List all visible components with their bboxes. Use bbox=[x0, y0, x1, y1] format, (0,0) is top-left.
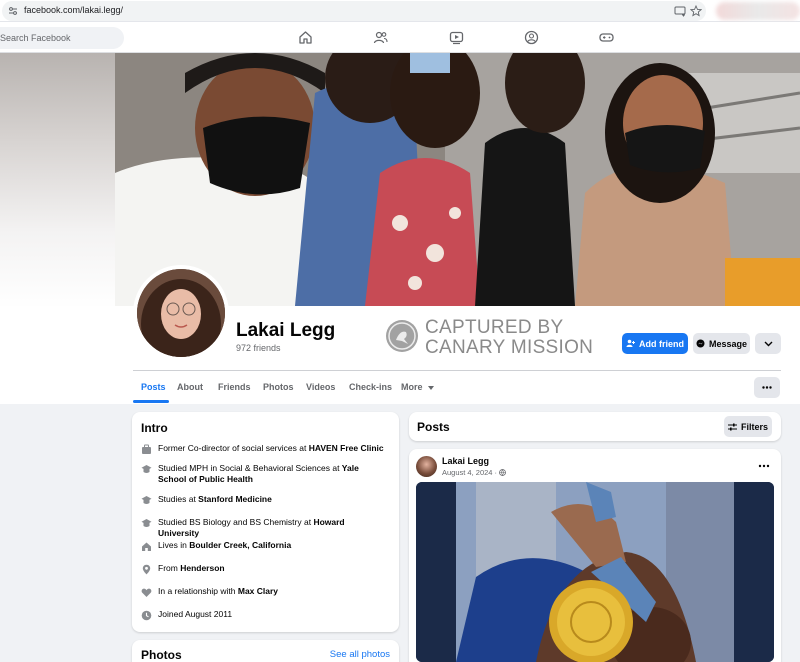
left-sidebar-blur bbox=[0, 53, 115, 310]
messenger-icon bbox=[696, 339, 705, 348]
intro-joined-text: Joined August 2011 bbox=[158, 609, 233, 619]
friends-count[interactable]: 972 friends bbox=[236, 343, 281, 353]
avatar-image bbox=[137, 269, 225, 357]
active-tab-indicator bbox=[133, 400, 169, 403]
add-friend-label: Add friend bbox=[639, 338, 684, 349]
post-date[interactable]: August 4, 2024 · bbox=[442, 468, 497, 477]
intro-work-prefix: Former Co-director of social services at bbox=[158, 443, 309, 453]
post-author-avatar[interactable] bbox=[416, 456, 437, 477]
tab-photos[interactable]: Photos bbox=[263, 382, 294, 392]
chevron-down-icon bbox=[764, 341, 772, 346]
post-photo[interactable] bbox=[416, 482, 774, 662]
intro-howard-prefix: Studied BS Biology and BS Chemistry at bbox=[158, 517, 314, 527]
see-all-photos-link[interactable]: See all photos bbox=[330, 649, 390, 660]
post-meta: August 4, 2024 · bbox=[442, 468, 506, 477]
filter-sliders-icon bbox=[727, 423, 737, 430]
bookmark-star-icon[interactable] bbox=[690, 5, 702, 17]
education-icon bbox=[141, 496, 152, 504]
intro-item-work: Former Co-director of social services at… bbox=[141, 443, 388, 457]
intro-item-joined: Joined August 2011 bbox=[141, 609, 388, 623]
tab-more[interactable]: More bbox=[401, 382, 435, 392]
tabs-more-options-button[interactable] bbox=[754, 377, 780, 398]
intro-item-education-howard: Studied BS Biology and BS Chemistry at H… bbox=[141, 517, 388, 538]
intro-lives-prefix: Lives in bbox=[158, 540, 190, 550]
tab-friends[interactable]: Friends bbox=[218, 382, 251, 392]
url-text: facebook.com/lakai.legg/ bbox=[24, 5, 124, 15]
facebook-header: Search Facebook bbox=[0, 22, 800, 53]
tab-posts[interactable]: Posts bbox=[141, 382, 166, 392]
photos-card: Photos See all photos bbox=[132, 640, 399, 662]
intro-from-prefix: From bbox=[158, 563, 181, 573]
add-person-icon bbox=[626, 339, 635, 347]
profile-name: Lakai Legg bbox=[236, 320, 336, 341]
heart-icon bbox=[141, 588, 152, 597]
intro-relationship-prefix: In a relationship with bbox=[158, 586, 238, 596]
home-icon[interactable] bbox=[298, 30, 313, 45]
filters-label: Filters bbox=[740, 421, 768, 432]
cast-icon[interactable] bbox=[674, 5, 686, 17]
ellipsis-icon bbox=[762, 386, 772, 389]
tab-about[interactable]: About bbox=[177, 382, 203, 392]
caret-down-icon bbox=[428, 386, 435, 390]
tab-more-label: More bbox=[401, 382, 423, 392]
gaming-icon[interactable] bbox=[599, 30, 614, 45]
message-label: Message bbox=[708, 338, 748, 349]
profile-dropdown-button[interactable] bbox=[755, 333, 781, 354]
search-input[interactable]: Search Facebook bbox=[0, 27, 124, 49]
clock-icon bbox=[141, 610, 152, 621]
groups-icon[interactable] bbox=[524, 30, 539, 45]
intro-item-from: From Henderson bbox=[141, 563, 388, 577]
profile-divider bbox=[133, 370, 781, 371]
tab-check-ins[interactable]: Check-ins bbox=[349, 382, 392, 392]
globe-icon bbox=[499, 469, 506, 476]
intro-lives-place[interactable]: Boulder Creek, California bbox=[189, 540, 291, 550]
work-icon bbox=[142, 444, 151, 454]
intro-title: Intro bbox=[141, 421, 168, 435]
tab-videos[interactable]: Videos bbox=[306, 382, 335, 392]
message-button[interactable]: Message bbox=[693, 333, 750, 354]
profile-avatar[interactable] bbox=[133, 265, 229, 361]
search-placeholder: Search Facebook bbox=[0, 33, 71, 43]
video-icon[interactable] bbox=[449, 30, 464, 45]
intro-item-education-stanford: Studies at Stanford Medicine bbox=[141, 494, 388, 508]
post-options-icon[interactable] bbox=[758, 464, 770, 468]
education-icon bbox=[141, 465, 152, 473]
browser-toolbar: facebook.com/lakai.legg/ bbox=[0, 0, 800, 22]
extensions-area bbox=[716, 2, 800, 20]
cover-photo-image bbox=[115, 53, 800, 306]
canary-mission-logo bbox=[386, 320, 418, 352]
friends-icon[interactable] bbox=[373, 30, 388, 45]
intro-item-relationship: In a relationship with Max Clary bbox=[141, 586, 388, 600]
intro-card: Intro Former Co-director of social servi… bbox=[132, 412, 399, 632]
education-icon bbox=[141, 519, 152, 527]
intro-relationship-partner[interactable]: Max Clary bbox=[238, 586, 278, 596]
site-settings-icon[interactable] bbox=[8, 6, 18, 16]
address-bar[interactable]: facebook.com/lakai.legg/ bbox=[2, 1, 706, 21]
intro-item-lives-in: Lives in Boulder Creek, California bbox=[141, 540, 388, 554]
intro-stanford-prefix: Studies at bbox=[158, 494, 199, 504]
home-icon bbox=[142, 542, 151, 551]
posts-title: Posts bbox=[417, 420, 450, 434]
watermark-line-2: CANARY MISSION bbox=[425, 337, 594, 358]
location-icon bbox=[142, 564, 151, 575]
add-friend-button[interactable]: Add friend bbox=[622, 333, 688, 354]
post-photo-image bbox=[416, 482, 774, 662]
intro-from-place[interactable]: Henderson bbox=[180, 563, 224, 573]
intro-work-place[interactable]: HAVEN Free Clinic bbox=[309, 443, 384, 453]
posts-header-card: Posts Filters bbox=[409, 412, 781, 441]
intro-stanford-school[interactable]: Stanford Medicine bbox=[198, 494, 272, 504]
cover-photo[interactable] bbox=[115, 53, 800, 306]
watermark-line-1: CAPTURED BY bbox=[425, 317, 564, 338]
photos-title: Photos bbox=[141, 648, 182, 662]
intro-item-education-yale: Studied MPH in Social & Behavioral Scien… bbox=[141, 463, 388, 487]
post-author-name[interactable]: Lakai Legg bbox=[442, 456, 489, 466]
intro-yale-prefix: Studied MPH in Social & Behavioral Scien… bbox=[158, 463, 342, 473]
filters-button[interactable]: Filters bbox=[724, 416, 772, 437]
